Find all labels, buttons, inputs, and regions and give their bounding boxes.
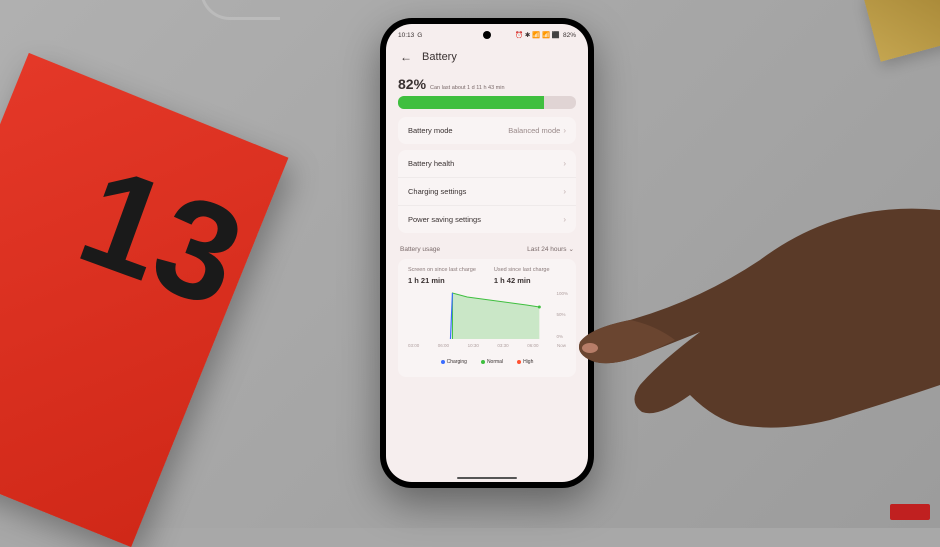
battery-mode-label: Battery mode xyxy=(408,126,453,135)
battery-progress xyxy=(398,96,576,109)
charging-settings-label: Charging settings xyxy=(408,187,466,196)
legend-normal: Normal xyxy=(481,359,503,365)
status-battery-pct: 82% xyxy=(563,32,576,39)
power-saving-label: Power saving settings xyxy=(408,215,481,224)
stat-used-label: Used since last charge xyxy=(494,267,550,274)
usage-range-value: Last 24 hours xyxy=(527,246,566,253)
status-time: 10:13 xyxy=(398,32,414,39)
battery-mode-row[interactable]: Battery mode Balanced mode › xyxy=(398,117,576,144)
battery-usage-chart[interactable]: 100% 50% 0% 03:00 06:00 10:30 03:30 06:0… xyxy=(408,291,566,349)
battery-estimate: Can last about 1 d 11 h 43 min xyxy=(430,85,505,91)
legend-charging: Charging xyxy=(441,359,467,365)
usage-section-header: Battery usage Last 24 hours ⌄ xyxy=(398,239,576,259)
nav-handle[interactable] xyxy=(457,477,517,480)
page-header: ← Battery xyxy=(386,44,588,74)
chevron-down-icon: ⌄ xyxy=(569,245,574,253)
front-camera xyxy=(483,31,491,39)
phone-screen: 10:13 G ⏰ ✱ 📶 📶 ⬛ 82% ← Battery 82% Can … xyxy=(386,24,588,482)
chevron-right-icon: › xyxy=(563,159,566,168)
legend-dot-charging xyxy=(441,360,445,364)
legend-dot-high xyxy=(517,360,521,364)
user-hand xyxy=(560,170,940,490)
legend-dot-normal xyxy=(481,360,485,364)
usage-card: Screen on since last charge 1 h 21 min U… xyxy=(398,259,576,377)
battery-health-label: Battery health xyxy=(408,159,454,168)
battery-percent: 82% xyxy=(398,76,426,92)
stat-used-value: 1 h 42 min xyxy=(494,276,550,285)
status-icons: ⏰ ✱ 📶 📶 ⬛ xyxy=(515,31,560,39)
stat-used: Used since last charge 1 h 42 min xyxy=(494,267,550,285)
chart-area xyxy=(452,293,539,339)
stat-screen-value: 1 h 21 min xyxy=(408,276,476,285)
chart-legend: Charging Normal High xyxy=(408,359,566,369)
battery-progress-fill xyxy=(398,96,544,109)
status-g: G xyxy=(417,32,422,39)
stat-screen-on: Screen on since last charge 1 h 21 min xyxy=(408,267,476,285)
usage-section-label: Battery usage xyxy=(400,246,440,253)
settings-card: Battery health › Charging settings › Pow… xyxy=(398,150,576,233)
battery-mode-card: Battery mode Balanced mode › xyxy=(398,117,576,144)
power-saving-row[interactable]: Power saving settings › xyxy=(398,206,576,233)
chart-y-axis: 100% 50% 0% xyxy=(556,291,568,339)
battery-percent-row: 82% Can last about 1 d 11 h 43 min xyxy=(398,76,576,92)
chevron-right-icon: › xyxy=(563,126,566,135)
stat-screen-label: Screen on since last charge xyxy=(408,267,476,274)
chart-now-point xyxy=(538,305,541,308)
phone-frame: 10:13 G ⏰ ✱ 📶 📶 ⬛ 82% ← Battery 82% Can … xyxy=(380,18,594,488)
back-icon[interactable]: ← xyxy=(400,50,412,64)
charging-settings-row[interactable]: Charging settings › xyxy=(398,178,576,206)
chevron-right-icon: › xyxy=(563,187,566,196)
usage-range-toggle[interactable]: Last 24 hours ⌄ xyxy=(527,245,574,253)
page-title: Battery xyxy=(422,51,457,63)
legend-high: High xyxy=(517,359,533,365)
battery-health-row[interactable]: Battery health › xyxy=(398,150,576,178)
chart-x-axis: 03:00 06:00 10:30 03:30 06:00 Now xyxy=(408,343,566,348)
chevron-right-icon: › xyxy=(563,215,566,224)
battery-mode-value: Balanced mode xyxy=(508,126,560,135)
